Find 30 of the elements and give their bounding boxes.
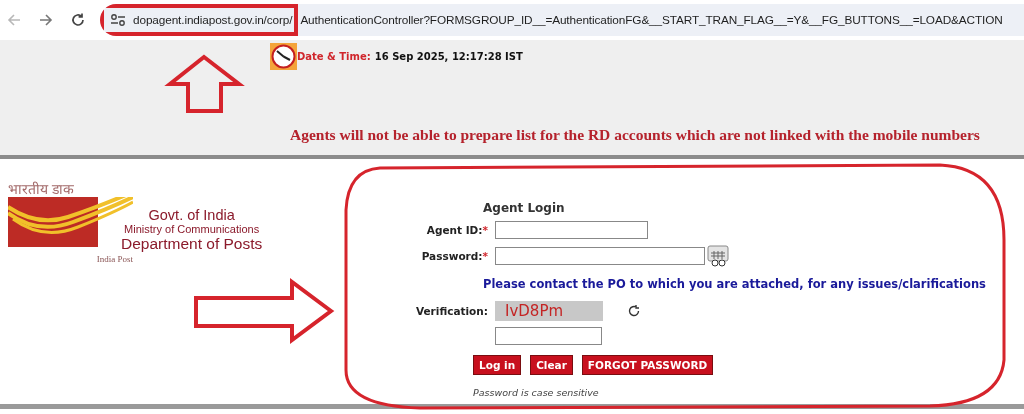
date-time-value: 16 Sep 2025, 12:17:28 IST [374, 51, 523, 62]
url-text: AuthenticationController?FORMSGROUP_ID__=AuthenticationFG&__START_TRAN_FLAG__=Y&__FG_BUTTONS__=LOAD&ACTION [300, 13, 1003, 27]
site-settings-icon[interactable] [110, 13, 126, 27]
reload-icon[interactable] [70, 12, 86, 28]
date-time-label: Date & Time: [297, 51, 371, 62]
refresh-icon[interactable] [627, 304, 641, 318]
virtual-keyboard-icon[interactable] [707, 245, 729, 267]
url-text: dopagent.indiapost.gov.in/corp/ [133, 13, 293, 27]
login-title: Agent Login [483, 201, 566, 215]
contact-notice: Please contact the PO to which you are attached, for any issues/clarifications [483, 277, 986, 291]
forgot-password-button[interactable]: FORGOT PASSWORD [581, 355, 714, 375]
field-label: Agent ID:* [425, 224, 488, 236]
login-button[interactable]: Log in [473, 355, 522, 375]
ministry-text: Ministry of Communications [124, 223, 260, 235]
captcha-image: IvD8Pm [495, 301, 603, 321]
notice-text: Agents will not be able to prepare list for the RD accounts which are not linked with the mobile numbers [290, 126, 981, 144]
case-sensitive-hint: Password is case sensitive [473, 387, 600, 398]
field-label: Password:* [420, 250, 488, 262]
department-text: Department of Posts [121, 235, 263, 253]
verification-label: Verification: [414, 305, 488, 317]
password-field[interactable] [495, 247, 705, 265]
logo-caption: India Post [96, 254, 133, 264]
clear-button[interactable]: Clear [530, 355, 573, 375]
forward-icon[interactable] [38, 12, 54, 28]
agent-id-field[interactable] [495, 221, 648, 239]
verification-field[interactable] [495, 327, 602, 345]
logo-hindi-text: भारतीय डाक [8, 181, 76, 197]
govt-text: Govt. of India [148, 207, 235, 223]
address-bar[interactable]: dopagent.indiapost.gov.in/corp/ AuthenticationController?FORMSGROUP_ID__=AuthenticationFG&__START_TRAN_FLAG__=Y&__FG_BUTTONS__=LOAD&ACTION [100, 4, 1024, 36]
clock-icon [270, 43, 297, 70]
